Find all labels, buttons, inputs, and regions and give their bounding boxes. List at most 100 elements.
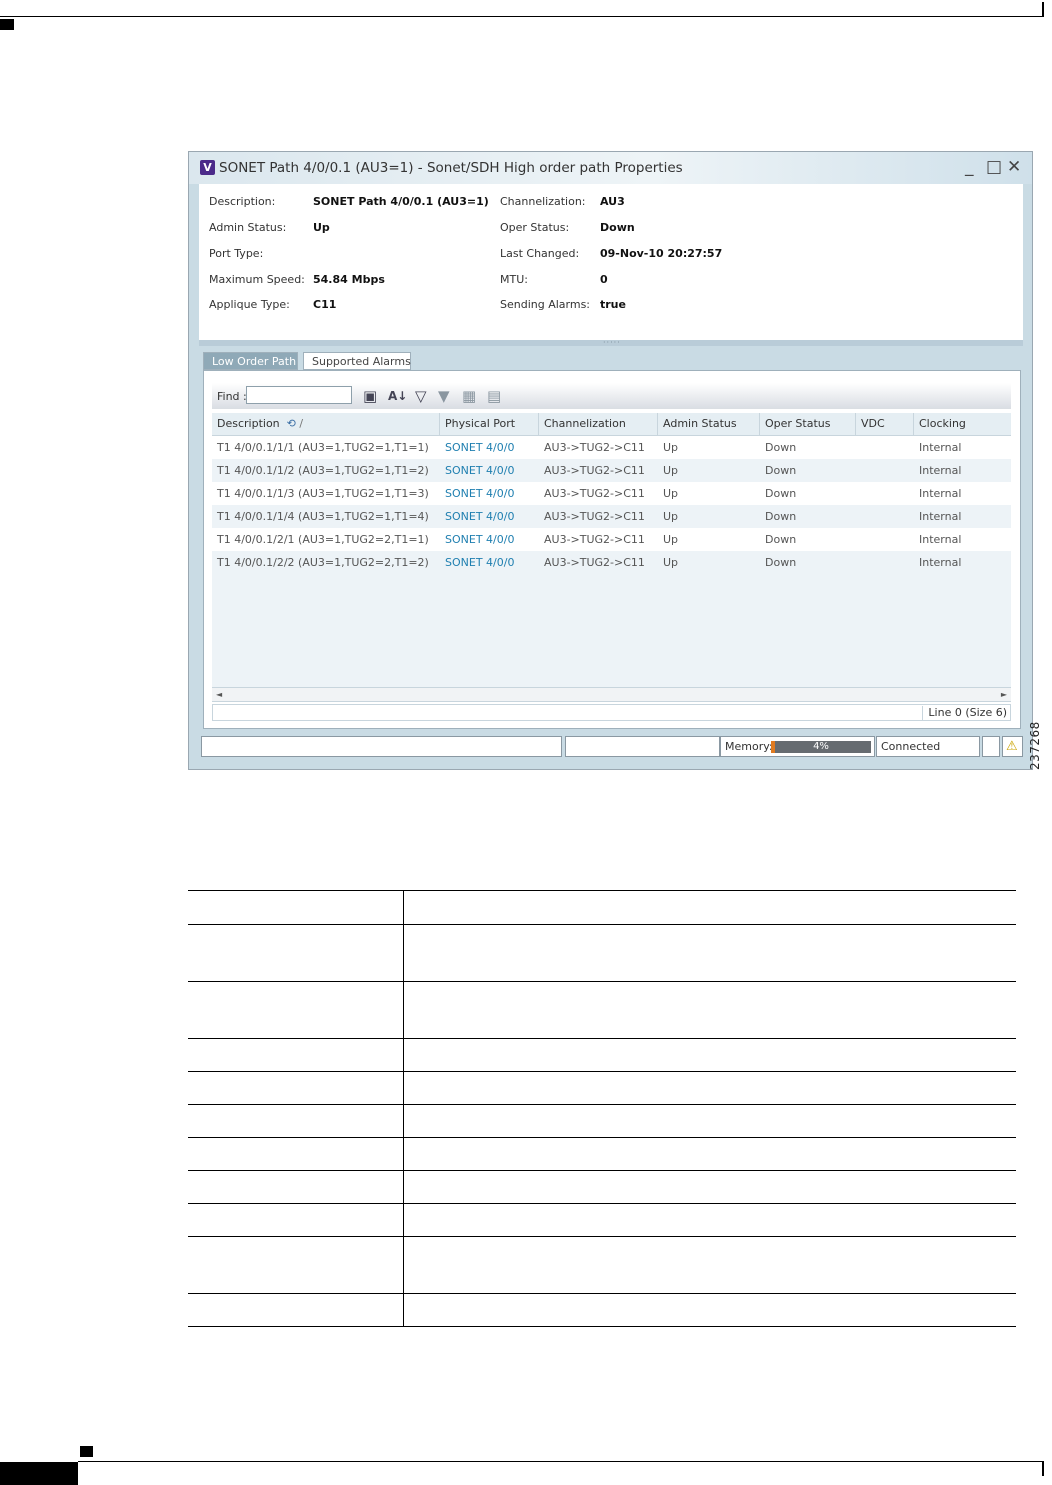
column-header-clocking[interactable]: Clocking (914, 413, 1011, 435)
cell-description: T1 4/0/0.1/1/2 (AU3=1,TUG2=1,T1=2) (217, 464, 429, 477)
cell-vdc (856, 551, 861, 574)
cell-physical-port-link[interactable]: SONET 4/0/0 (440, 482, 514, 505)
table-row[interactable]: T1 4/0/0.1/1/4 (AU3=1,TUG2=1,T1=4) SONET… (212, 505, 1011, 528)
cell-physical-port-link[interactable]: SONET 4/0/0 (440, 436, 514, 459)
last-changed-value: 09-Nov-10 20:27:57 (600, 247, 723, 260)
table-row[interactable]: T1 4/0/0.1/2/1 (AU3=1,TUG2=2,T1=1) SONET… (212, 528, 1011, 551)
footer-page-tab (0, 1462, 78, 1485)
memory-percent: 4% (813, 741, 829, 752)
header-marker (0, 19, 14, 30)
cell-description: T1 4/0/0.1/1/3 (AU3=1,TUG2=1,T1=3) (217, 487, 429, 500)
table-rule (188, 1071, 1016, 1072)
column-header-admin-status[interactable]: Admin Status (658, 413, 760, 435)
cell-admin-status: Up (663, 487, 679, 500)
table-rule (188, 1038, 1016, 1039)
alarm-cell[interactable]: ⚠ (1002, 736, 1023, 757)
tab-low-order-path[interactable]: Low Order Path (203, 352, 298, 370)
cell-physical-port-link[interactable]: SONET 4/0/0 (440, 528, 514, 551)
cell-channelization: AU3->TUG2->C11 (544, 533, 645, 546)
status-info-cell (565, 736, 720, 757)
table-row[interactable]: T1 4/0/0.1/1/1 (AU3=1,TUG2=1,T1=1) SONET… (212, 436, 1011, 459)
low-order-path-panel: Find : ▣ A↓ ▽ ▼ ▦ ▤ Description ⟲ / Phys… (203, 370, 1021, 729)
cell-channelization: AU3->TUG2->C11 (544, 510, 645, 523)
refresh-icon[interactable]: ⟲ (287, 417, 296, 430)
column-header-description[interactable]: Description ⟲ / (212, 413, 440, 435)
cell-clocking: Internal (919, 464, 962, 477)
sort-icon[interactable]: A↓ (388, 387, 407, 405)
find-label: Find : (217, 390, 247, 403)
last-changed-label: Last Changed: (500, 247, 580, 260)
save-icon[interactable]: ▣ (363, 387, 377, 405)
tab-supported-alarms[interactable]: Supported Alarms (303, 352, 411, 370)
applique-type-label: Applique Type: (209, 298, 290, 311)
print-icon[interactable]: ▤ (487, 387, 501, 405)
filter-edit-icon[interactable]: ▼ (438, 387, 450, 405)
warning-icon[interactable]: ⚠ (1006, 738, 1018, 756)
export-icon[interactable]: ▦ (462, 387, 476, 405)
column-header-oper-status[interactable]: Oper Status (760, 413, 856, 435)
cell-oper-status: Down (765, 533, 797, 546)
table-status-line: Line 0 (Size 6) (212, 704, 1011, 721)
cell-oper-status: Down (765, 556, 797, 569)
horizontal-scrollbar[interactable]: ◄ ► (212, 687, 1011, 702)
splitter-handle[interactable]: ····· (199, 339, 1023, 347)
channelization-value: AU3 (600, 195, 625, 208)
column-header-physical-port[interactable]: Physical Port (440, 413, 539, 435)
table-rule (188, 1170, 1016, 1171)
scroll-right-icon[interactable]: ► (1001, 688, 1007, 702)
title-bar[interactable]: V SONET Path 4/0/0.1 (AU3=1) - Sonet/SDH… (189, 152, 1032, 184)
cell-physical-port-link[interactable]: SONET 4/0/0 (440, 551, 514, 574)
close-button[interactable]: ✕ (1007, 157, 1021, 177)
find-input[interactable] (246, 386, 352, 404)
cell-clocking: Internal (919, 487, 962, 500)
maximize-button[interactable]: □ (986, 157, 1002, 177)
app-logo-icon: V (200, 160, 215, 175)
cell-vdc (856, 505, 861, 528)
table-rule (188, 890, 1016, 891)
footer-rule-end (1042, 1461, 1044, 1476)
table-rule (188, 924, 1016, 925)
sending-alarms-value: true (600, 298, 626, 311)
memory-label: Memory: (725, 740, 773, 753)
cell-physical-port-link[interactable]: SONET 4/0/0 (440, 505, 514, 528)
table-row[interactable]: T1 4/0/0.1/2/2 (AU3=1,TUG2=2,T1=2) SONET… (212, 551, 1011, 574)
table-row[interactable]: T1 4/0/0.1/1/3 (AU3=1,TUG2=1,T1=3) SONET… (212, 482, 1011, 505)
max-speed-label: Maximum Speed: (209, 273, 305, 286)
table-rule (188, 1104, 1016, 1105)
cell-physical-port-link[interactable]: SONET 4/0/0 (440, 459, 514, 482)
cell-clocking: Internal (919, 556, 962, 569)
cell-channelization: AU3->TUG2->C11 (544, 556, 645, 569)
cell-description: T1 4/0/0.1/1/4 (AU3=1,TUG2=1,T1=4) (217, 510, 429, 523)
cell-channelization: AU3->TUG2->C11 (544, 464, 645, 477)
oper-status-value: Down (600, 221, 635, 234)
column-header-channelization[interactable]: Channelization (539, 413, 658, 435)
table-rule (188, 1293, 1016, 1294)
mtu-value: 0 (600, 273, 608, 286)
window-status-bar: Memory: 4% Connected ⚠ (201, 736, 1023, 758)
header-rule-end (1042, 2, 1044, 17)
column-header-vdc[interactable]: VDC (856, 413, 914, 435)
scroll-left-icon[interactable]: ◄ (216, 688, 222, 702)
cell-vdc (856, 436, 861, 459)
table-rule (188, 1203, 1016, 1204)
filter-icon[interactable]: ▽ (415, 387, 427, 405)
cell-description: T1 4/0/0.1/2/2 (AU3=1,TUG2=2,T1=2) (217, 556, 429, 569)
status-message-cell (201, 736, 562, 757)
cell-vdc (856, 482, 861, 505)
line-count-text: Line 0 (Size 6) (922, 706, 1007, 720)
sending-alarms-label: Sending Alarms: (500, 298, 591, 311)
oper-status-label: Oper Status: (500, 221, 570, 234)
table-empty-area (212, 573, 1011, 687)
cell-clocking: Internal (919, 441, 962, 454)
memory-bar: 4% (771, 741, 871, 753)
table-column-divider (403, 890, 404, 1326)
cell-admin-status: Up (663, 441, 679, 454)
cell-oper-status: Down (765, 487, 797, 500)
cell-channelization: AU3->TUG2->C11 (544, 487, 645, 500)
minimize-button[interactable]: _ (965, 157, 974, 177)
mtu-label: MTU: (500, 273, 528, 286)
cell-oper-status: Down (765, 441, 797, 454)
properties-panel: Description: SONET Path 4/0/0.1 (AU3=1) … (199, 184, 1023, 340)
table-row[interactable]: T1 4/0/0.1/1/2 (AU3=1,TUG2=1,T1=2) SONET… (212, 459, 1011, 482)
properties-window: V SONET Path 4/0/0.1 (AU3=1) - Sonet/SDH… (188, 151, 1033, 770)
